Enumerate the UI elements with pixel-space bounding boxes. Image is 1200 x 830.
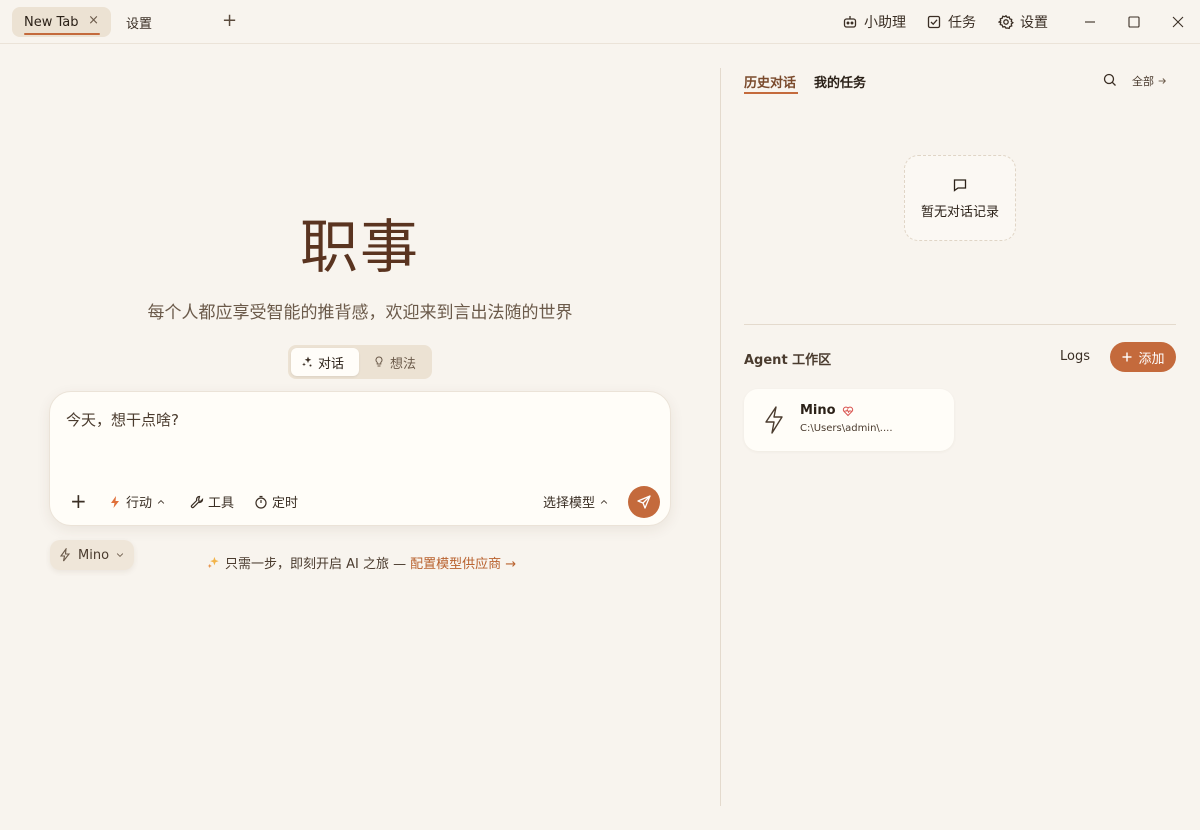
minimize-icon xyxy=(1085,21,1095,23)
tagline: 每个人都应享受智能的推背感，欢迎来到言出法随的世界 xyxy=(147,303,573,323)
send-icon xyxy=(637,495,651,509)
checkbox-icon xyxy=(927,15,941,29)
workspace-title: Agent 工作区 xyxy=(744,353,832,368)
view-all-link[interactable]: 全部 xyxy=(1132,73,1167,89)
plus-icon xyxy=(1122,352,1132,362)
title-bar: New Tab × 设置 + 小助理 任务 设置 xyxy=(0,0,1200,44)
minimize-button[interactable] xyxy=(1080,12,1100,32)
tab-close-icon[interactable]: × xyxy=(88,13,99,28)
wrench-icon xyxy=(190,495,204,508)
mode-chat-label: 对话 xyxy=(318,356,345,372)
tab-active-indicator xyxy=(744,92,798,94)
sparkle-icon xyxy=(302,356,312,367)
setup-hint: 只需一步，即刻开启 AI 之旅 — 配置模型供应商 → xyxy=(206,553,516,572)
agent-selector-label: Mino xyxy=(78,547,110,563)
panel-divider xyxy=(720,68,721,806)
tab-active-indicator xyxy=(24,33,100,35)
maximize-button[interactable] xyxy=(1124,12,1144,32)
tab-new-tab[interactable]: New Tab × xyxy=(12,7,111,37)
section-divider xyxy=(744,324,1176,325)
logs-button[interactable]: Logs xyxy=(1060,349,1090,364)
model-select[interactable]: 选择模型 xyxy=(543,492,609,511)
attach-button[interactable]: + xyxy=(70,489,87,513)
schedule-label: 定时 xyxy=(272,496,299,511)
agent-name-row: Mino xyxy=(800,403,854,418)
tasks-label: 任务 xyxy=(948,15,976,31)
chat-bubble-icon xyxy=(953,178,967,192)
message-input[interactable] xyxy=(66,408,656,432)
composer: + 行动 工具 定时 选择模型 xyxy=(49,391,671,526)
timer-icon xyxy=(255,495,267,509)
assistant-label: 小助理 xyxy=(864,15,906,31)
tab-settings[interactable]: 设置 xyxy=(114,7,214,37)
maximize-icon xyxy=(1128,16,1140,28)
add-agent-button[interactable]: 添加 xyxy=(1110,342,1176,372)
view-all-label: 全部 xyxy=(1132,75,1154,88)
new-tab-button[interactable]: + xyxy=(222,11,237,31)
chevron-up-icon xyxy=(157,499,165,504)
flash-icon xyxy=(111,495,119,508)
brand-title: 职事 xyxy=(299,213,420,281)
action-label: 行动 xyxy=(126,496,153,511)
empty-history-text: 暂无对话记录 xyxy=(920,204,999,220)
robot-icon xyxy=(843,16,857,28)
agent-path: C:\Users\admin\.... xyxy=(800,423,893,434)
gear-icon xyxy=(998,14,1014,30)
agent-card[interactable]: Mino C:\Users\admin\.... xyxy=(744,389,954,451)
tab-label: New Tab xyxy=(24,14,79,30)
model-label: 选择模型 xyxy=(543,496,596,511)
agent-selector[interactable]: Mino xyxy=(50,540,134,570)
arrow-right-icon xyxy=(1158,78,1166,84)
lightbulb-icon xyxy=(375,356,383,367)
tasks-button[interactable]: 任务 xyxy=(926,12,976,32)
search-icon[interactable] xyxy=(1102,72,1118,88)
flash-icon xyxy=(765,406,783,434)
settings-button[interactable]: 设置 xyxy=(998,12,1048,32)
tab-my-tasks-label: 我的任务 xyxy=(814,76,867,91)
add-agent-label: 添加 xyxy=(1138,351,1165,367)
send-button[interactable] xyxy=(628,486,660,518)
tab-label: 设置 xyxy=(126,16,153,32)
close-window-button[interactable] xyxy=(1168,12,1188,32)
tab-history[interactable]: 历史对话 xyxy=(744,72,798,94)
mode-idea-button[interactable]: 想法 xyxy=(363,348,429,376)
tools-button[interactable]: 工具 xyxy=(190,492,234,511)
close-icon xyxy=(1172,16,1184,28)
setup-hint-text: 只需一步，即刻开启 AI 之旅 — xyxy=(225,557,407,572)
mode-chat-button[interactable]: 对话 xyxy=(291,348,359,376)
tools-label: 工具 xyxy=(208,496,235,511)
assistant-button[interactable]: 小助理 xyxy=(842,12,906,32)
tab-history-label: 历史对话 xyxy=(744,76,797,91)
tab-my-tasks[interactable]: 我的任务 xyxy=(814,72,866,91)
empty-history-card: 暂无对话记录 xyxy=(904,155,1016,241)
flash-icon xyxy=(59,548,71,562)
action-dropdown[interactable]: 行动 xyxy=(108,492,166,511)
agent-name: Mino xyxy=(800,403,836,418)
chevron-down-icon xyxy=(116,553,124,558)
mode-toggle: 对话 想法 xyxy=(288,345,432,379)
chevron-up-icon xyxy=(600,499,608,504)
schedule-button[interactable]: 定时 xyxy=(254,492,298,511)
heart-pulse-icon xyxy=(842,406,853,416)
settings-label: 设置 xyxy=(1020,15,1048,31)
sparkles-icon xyxy=(207,556,219,569)
mode-idea-label: 想法 xyxy=(390,356,417,372)
configure-provider-link[interactable]: 配置模型供应商 → xyxy=(410,553,516,572)
